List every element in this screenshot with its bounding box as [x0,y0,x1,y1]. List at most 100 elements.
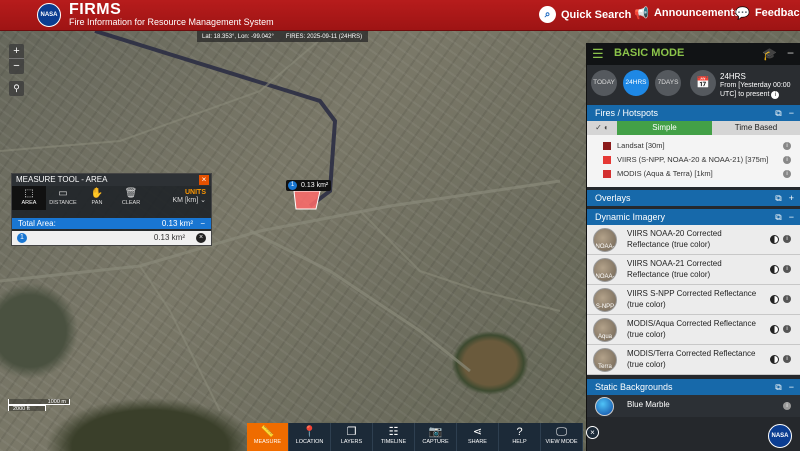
mode-title: BASIC MODE [614,47,685,59]
remove-area-button[interactable]: × [196,233,206,243]
nasa-logo[interactable]: NASA [37,3,61,27]
overlays-section-header[interactable]: Overlays ⧉ + [587,190,800,206]
timeline-button[interactable]: ☷ TIMELINE [373,423,415,451]
search-icon: ⌕ [539,6,556,23]
tab-time-based[interactable]: Time Based [712,121,800,135]
share-button[interactable]: ⋖ SHARE [457,423,499,451]
fires-section-header[interactable]: Fires / Hotspots ⧉ − [587,105,800,121]
menu-icon[interactable]: ☰ [592,47,604,60]
info-icon[interactable]: i [771,91,780,99]
imagery-label: VIIRS NOAA-21 Corrected Reflectance (tru… [627,259,722,279]
clear-tool-button[interactable]: 🗑 CLEAR [114,186,148,210]
clear-tool-label: CLEAR [121,200,141,206]
chat-bubble-icon: 💬 [735,6,750,20]
opacity-icon[interactable] [770,355,779,364]
time-range-line1: From [Yesterday 00:00 [720,82,791,89]
fire-layer-modis[interactable]: MODIS (Aqua & Terra) [1km] i [587,167,800,181]
calendar-icon[interactable]: 📅 [690,70,716,96]
backgrounds-section-header[interactable]: Static Backgrounds ⧉ − [587,379,800,395]
opacity-icon[interactable] [770,235,779,244]
background-item[interactable]: Blue Marble i [587,395,800,417]
zoom-in-button[interactable]: + [9,44,24,59]
locate-button[interactable]: ⚲ [9,81,24,96]
toolbar-close-button[interactable]: × [586,426,599,439]
units-select[interactable]: UNITS KM [km] ⌄ [173,189,207,204]
measure-tool-header: MEASURE TOOL - AREA × [12,174,211,186]
ruler-icon: ▭ [58,188,68,199]
area-measurement-row: 1 0.13 km² × [12,231,211,245]
measure-close-button[interactable]: × [199,175,209,185]
area-tool-button[interactable]: ⬚ AREA [12,186,46,210]
copy-icon[interactable]: ⧉ [775,379,781,395]
copy-icon[interactable]: ⧉ [775,105,781,121]
fires-tabs: ✓ ◐ Simple Time Based [587,121,800,135]
info-icon[interactable]: i [783,156,791,164]
panel-close-button[interactable]: − [787,46,794,60]
measure-tool-buttons: ⬚ AREA ▭ DISTANCE ✋ PAN 🗑 CLEAR UNITS KM… [12,186,211,210]
distance-tool-button[interactable]: ▭ DISTANCE [46,186,80,210]
nasa-corner-logo[interactable]: NASA [768,424,792,448]
today-button[interactable]: TODAY [591,70,617,96]
check-icon: ✓ [595,123,602,132]
scale-imperial: 2000 ft [8,405,46,412]
feedback-button[interactable]: 💬 Feedback [735,6,800,20]
collapse-button[interactable]: − [200,218,205,229]
help-button[interactable]: ? HELP [499,423,541,451]
collapse-icon[interactable]: − [789,105,794,121]
24hrs-button[interactable]: 24HRS [623,70,649,96]
bottom-toolbar: 📏 MEASURE 📍 LOCATION ❐ LAYERS ☷ TIMELINE… [247,423,583,451]
modis-swatch [603,170,611,178]
view-mode-label: VIEW MODE [545,439,578,445]
area-tool-label: AREA [21,200,37,206]
info-icon[interactable]: i [783,142,791,150]
announcements-button[interactable]: 📢 Announcements [634,6,740,20]
info-icon[interactable]: i [783,325,791,333]
measured-area-polygon[interactable] [292,191,322,211]
lat-lon-text: Lat: 18.353°, Lon: -99.042° [202,33,274,40]
zoom-out-button[interactable]: − [9,59,24,74]
info-icon[interactable]: i [783,295,791,303]
info-icon[interactable]: i [783,265,791,273]
7days-button[interactable]: 7DAYS [655,70,681,96]
capture-button[interactable]: 📷 CAPTURE [415,423,457,451]
info-icon[interactable]: i [783,402,791,410]
contrast-icon: ◐ [604,123,609,132]
copy-icon[interactable]: ⧉ [775,209,781,225]
fire-layer-viirs[interactable]: VIIRS (S-NPP, NOAA-20 & NOAA-21) [375m] … [587,153,800,167]
imagery-item[interactable]: NOAA-21 VIIRS NOAA-21 Corrected Reflecta… [587,255,800,285]
imagery-thumbnail: Aqua [593,318,617,342]
collapse-icon[interactable]: − [789,379,794,395]
total-area-value: 0.13 km² [161,219,193,228]
measure-label: MEASURE [253,439,282,445]
layers-button[interactable]: ❐ LAYERS [331,423,373,451]
imagery-section-header[interactable]: Dynamic Imagery ⧉ − [587,209,800,225]
tab-simple[interactable]: Simple [617,121,712,135]
backgrounds-title: Static Backgrounds [595,382,673,392]
imagery-item[interactable]: S-NPP VIIRS S-NPP Corrected Reflectance … [587,285,800,315]
fires-toggle[interactable]: ✓ ◐ [587,121,617,135]
fire-layer-label: VIIRS (S-NPP, NOAA-20 & NOAA-21) [375m] [617,155,769,164]
measure-button[interactable]: 📏 MEASURE [247,423,289,451]
info-icon[interactable]: i [783,235,791,243]
imagery-item[interactable]: Terra MODIS/Terra Corrected Reflectance … [587,345,800,375]
imagery-item[interactable]: NOAA-20 VIIRS NOAA-20 Corrected Reflecta… [587,225,800,255]
fire-layer-landsat[interactable]: Landsat [30m] i [587,139,800,153]
opacity-icon[interactable] [770,295,779,304]
add-icon[interactable]: + [789,190,794,206]
location-button[interactable]: 📍 LOCATION [289,423,331,451]
view-mode-button[interactable]: 🖵 VIEW MODE [541,423,583,451]
area-map-index: 1 [288,181,297,190]
imagery-item[interactable]: Aqua MODIS/Aqua Corrected Reflectance (t… [587,315,800,345]
opacity-icon[interactable] [770,265,779,274]
pan-tool-button[interactable]: ✋ PAN [80,186,114,210]
copy-icon[interactable]: ⧉ [775,190,781,206]
share-icon: ⋖ [472,426,483,438]
info-icon[interactable]: i [783,170,791,178]
quick-search-label: Quick Search [561,8,632,21]
imagery-thumbnail: NOAA-20 [593,228,617,252]
opacity-icon[interactable] [770,325,779,334]
graduation-cap-icon[interactable]: 🎓 [762,47,777,61]
info-icon[interactable]: i [783,355,791,363]
collapse-icon[interactable]: − [789,209,794,225]
quick-search-button[interactable]: ⌕ Quick Search [539,6,631,23]
